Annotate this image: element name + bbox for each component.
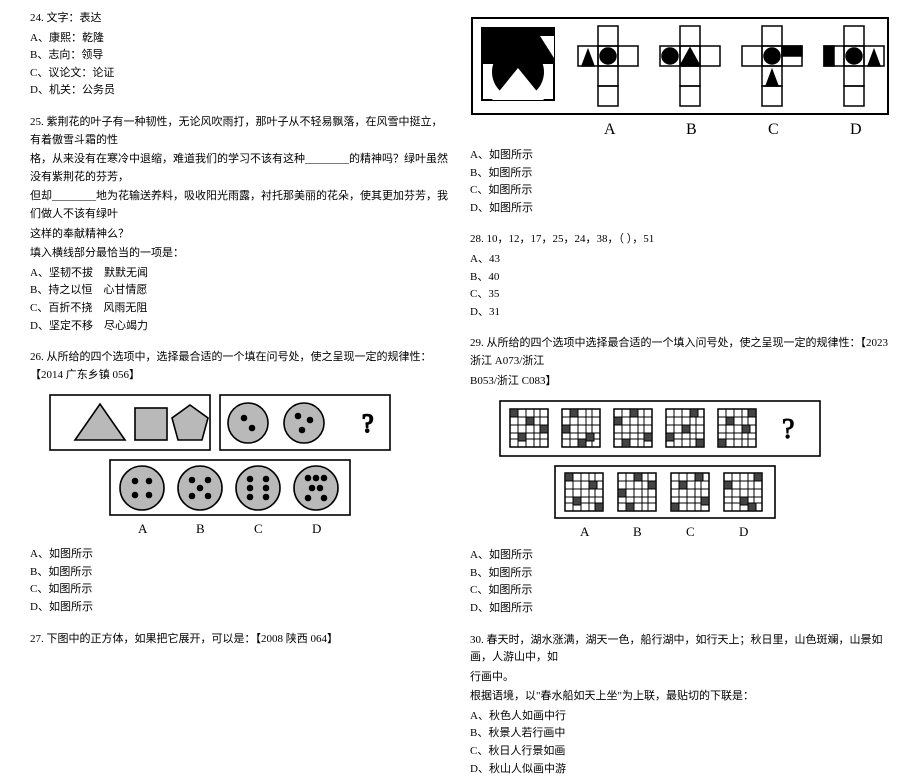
q29-line1: 29. 从所给的四个选项中选择最合适的一个填入问号处，使之呈现一定的规律性：【2… xyxy=(470,335,892,370)
q30-opt-d: D、秋山人似画中游 xyxy=(470,761,892,778)
q25-opt-c-2: 风雨无阻 xyxy=(103,302,147,314)
q29-opt-a: A、如图所示 xyxy=(470,547,892,565)
q25-opt-a-1: A、坚韧不拔 xyxy=(30,267,93,279)
q26-label-a: A xyxy=(138,521,148,536)
q29-line2: B053/浙江 C083】 xyxy=(470,373,892,391)
question-26: 26. 从所给的四个选项中，选择最合适的一个填在问号处，使之呈现一定的规律性：【… xyxy=(30,349,452,617)
q27-opt-b: B、如图所示 xyxy=(470,165,892,183)
q27-label-b: B xyxy=(686,121,697,138)
q26-opt-d: D、如图所示 xyxy=(30,599,452,617)
q25-line5: 填入横线部分最恰当的一项是： xyxy=(30,245,452,263)
q25-opt-d-1: D、坚定不移 xyxy=(30,320,93,332)
q27-label-d: D xyxy=(850,121,862,138)
q30-line3: 根据语境，以"春水船如天上坐"为上联，最贴切的下联是： xyxy=(470,688,892,706)
q27-opt-c: C、如图所示 xyxy=(470,182,892,200)
q29-label-a: A xyxy=(580,524,590,539)
q30-line2: 行画中。 xyxy=(470,669,892,687)
q30-line1: 30. 春天时，湖水涨满，湖天一色，船行湖中，如行天上；秋日里，山色斑斓，山景如… xyxy=(470,632,892,667)
question-25: 25. 紫荆花的叶子有一种韧性，无论风吹雨打，那叶子从不轻易飘落，在风雪中挺立，… xyxy=(30,114,452,335)
question-28: 28. 10，12，17，25，24，38，（ ），51 A、43 B、40 C… xyxy=(470,231,892,321)
question-30: 30. 春天时，湖水涨满，湖天一色，船行湖中，如行天上；秋日里，山色斑斓，山景如… xyxy=(470,632,892,778)
q27-stem: 27. 下图中的正方体，如果把它展开，可以是：【2008 陕西 064】 xyxy=(30,631,452,649)
question-24: 24. 文字：表达 A、康熙：乾隆 B、志向：领导 C、议论文：论证 D、机关：… xyxy=(30,10,452,100)
q29-label-c: C xyxy=(686,524,695,539)
q28-opt-b: B、40 xyxy=(470,269,892,287)
q26-label-b: B xyxy=(196,521,205,536)
q28-stem: 28. 10，12，17，25，24，38，（ ），51 xyxy=(470,231,892,249)
q27-label-a: A xyxy=(604,121,616,138)
q30-opt-b: B、秋景人若行画中 xyxy=(470,725,892,743)
q27-opt-a: A、如图所示 xyxy=(470,147,892,165)
q25-line3: 但却________地为花输送养料，吸收阳光雨露，衬托那美丽的花朵，使其更加芬芳… xyxy=(30,188,452,223)
q24-opt-a: A、康熙：乾隆 xyxy=(30,30,452,48)
q26-opt-c: C、如图所示 xyxy=(30,581,452,599)
q24-opt-b: B、志向：领导 xyxy=(30,47,452,65)
q29-opt-b: B、如图所示 xyxy=(470,565,892,583)
q25-line2: 格，从来没有在寒冷中退缩，难道我们的学习不该有这种________的精神吗？绿叶… xyxy=(30,151,452,186)
q25-opt-b-1: B、持之以恒 xyxy=(30,284,92,296)
q29-opt-d: D、如图所示 xyxy=(470,600,892,618)
q26-stem: 26. 从所给的四个选项中，选择最合适的一个填在问号处，使之呈现一定的规律性：【… xyxy=(30,349,452,384)
q25-opt-d-2: 尽心竭力 xyxy=(104,320,148,332)
q29-opt-c: C、如图所示 xyxy=(470,582,892,600)
q26-label-d: D xyxy=(312,521,321,536)
q25-opt-c-1: C、百折不挠 xyxy=(30,302,92,314)
q30-opt-c: C、秋日人行景如画 xyxy=(470,743,892,761)
question-27: 27. 下图中的正方体，如果把它展开，可以是：【2008 陕西 064】 xyxy=(30,631,452,649)
q26-label-c: C xyxy=(254,521,263,536)
question-27-opts: A、如图所示 B、如图所示 C、如图所示 D、如图所示 xyxy=(470,147,892,217)
q25-opt-b-2: 心甘情愿 xyxy=(103,284,147,296)
q24-opt-c: C、议论文：论证 xyxy=(30,65,452,83)
q27-opt-d: D、如图所示 xyxy=(470,200,892,218)
q24-stem: 24. 文字：表达 xyxy=(30,10,452,28)
svg-text:?: ? xyxy=(782,414,794,445)
q29-label-b: B xyxy=(633,524,642,539)
q26-opt-b: B、如图所示 xyxy=(30,564,452,582)
q28-opt-d: D、31 xyxy=(470,304,892,322)
svg-text:?: ? xyxy=(362,409,374,438)
q27-figure: A B C D xyxy=(470,16,892,141)
q26-figure: ? xyxy=(30,390,452,540)
q29-label-d: D xyxy=(739,524,748,539)
q26-opt-a: A、如图所示 xyxy=(30,546,452,564)
q25-line4: 这样的奉献精神么？ xyxy=(30,226,452,244)
q28-opt-c: C、35 xyxy=(470,286,892,304)
q27-label-c: C xyxy=(768,121,779,138)
q28-opt-a: A、43 xyxy=(470,251,892,269)
q25-opt-a-2: 默默无闻 xyxy=(104,267,148,279)
q25-line1: 25. 紫荆花的叶子有一种韧性，无论风吹雨打，那叶子从不轻易飘落，在风雪中挺立，… xyxy=(30,114,452,149)
question-29: 29. 从所给的四个选项中选择最合适的一个填入问号处，使之呈现一定的规律性：【2… xyxy=(470,335,892,617)
q30-opt-a: A、秋色人如画中行 xyxy=(470,708,892,726)
q29-figure: ? A B C D xyxy=(470,396,892,541)
q24-opt-d: D、机关：公务员 xyxy=(30,82,452,100)
